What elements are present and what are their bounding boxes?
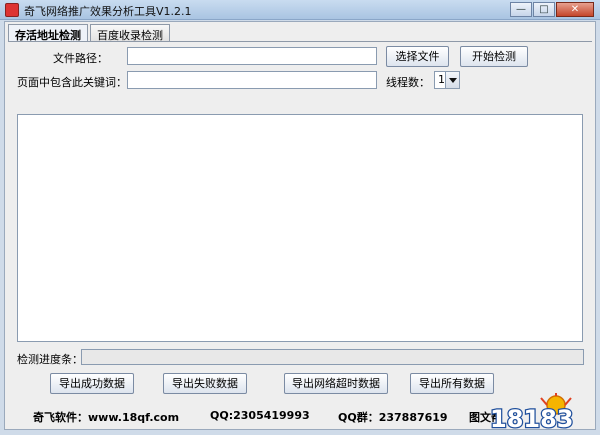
qq-group: QQ群：237887619 [338,411,448,424]
tab-alive-check[interactable]: 存活地址检测 [8,24,88,42]
file-path-input[interactable] [127,47,377,65]
title-bar[interactable]: 奇飞网络推广效果分析工具V1.2.1 — □ ✕ [0,0,600,20]
main-window: 存活地址检测 百度收录检测 文件路径： 选择文件 开始检测 页面中包含此关键词：… [4,21,596,431]
select-file-button[interactable]: 选择文件 [386,46,449,67]
close-icon[interactable]: ✕ [556,2,594,17]
threads-label: 线程数： [386,76,430,89]
export-success-button[interactable]: 导出成功数据 [50,373,134,394]
threads-value: 1 [438,73,445,86]
app-icon [5,3,19,17]
maximize-icon[interactable]: □ [533,2,555,17]
window-title: 奇飞网络推广效果分析工具V1.2.1 [24,5,192,18]
minimize-icon[interactable]: — [510,2,532,17]
chevron-down-icon[interactable] [445,72,459,88]
tab-bar: 存活地址检测 百度收录检测 [8,24,172,42]
footer: 奇飞软件：www.18qf.com QQ:2305419993 QQ群：2378… [8,393,592,431]
file-path-label: 文件路径： [53,52,108,65]
export-fail-button[interactable]: 导出失败数据 [163,373,247,394]
result-textarea[interactable] [17,114,583,342]
keyword-input[interactable] [127,71,377,89]
qq-number: QQ:2305419993 [210,409,310,422]
keyword-label: 页面中包含此关键词： [17,76,127,89]
progress-label: 检测进度条： [17,353,83,366]
software-link[interactable]: 奇飞软件：www.18qf.com [33,409,179,425]
export-timeout-button[interactable]: 导出网络超时数据 [284,373,388,394]
watermark-text: 18183 [490,405,574,431]
start-check-button[interactable]: 开始检测 [460,46,528,67]
threads-select[interactable]: 1 [434,71,460,89]
window-controls: — □ ✕ [510,2,594,17]
progress-bar [81,349,584,365]
export-all-button[interactable]: 导出所有数据 [410,373,494,394]
18183-watermark-logo: 18183 [489,393,575,431]
tab-baidu-index-check[interactable]: 百度收录检测 [90,24,170,42]
tab-panel: 文件路径： 选择文件 开始检测 页面中包含此关键词： 线程数： 1 检测进度条：… [8,41,592,405]
